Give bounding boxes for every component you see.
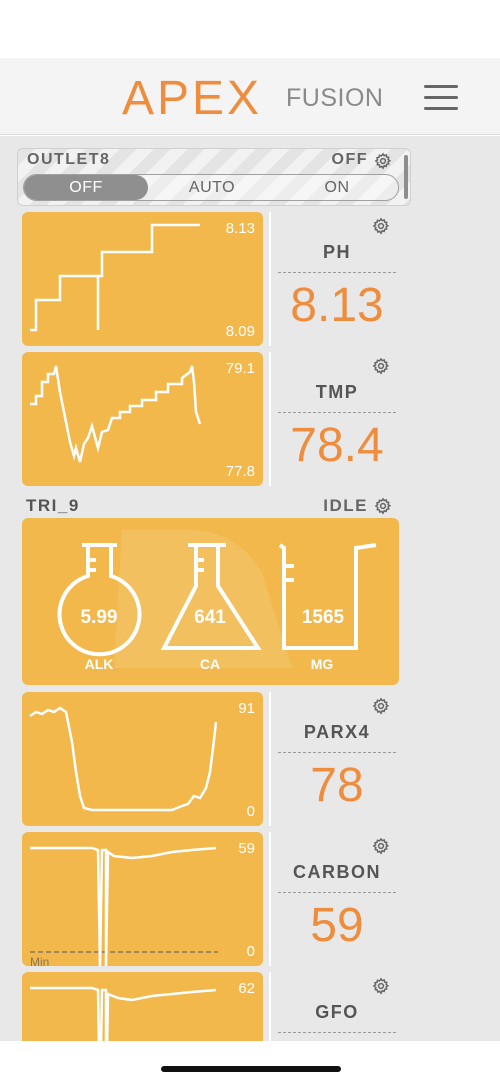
chart-min-label: 0 (246, 943, 255, 960)
mg-value: 1565 (301, 607, 345, 628)
probe-card-carbon[interactable]: 59 0 Min CARBON 59 (22, 832, 398, 966)
beaker-icon (278, 543, 377, 650)
gear-icon[interactable] (374, 152, 392, 170)
probe-name: CARBON (293, 862, 381, 882)
trident-state: IDLE (323, 496, 368, 515)
divider (269, 352, 271, 486)
threshold-label: Min (30, 955, 50, 966)
chart-min-label: 77.8 (225, 463, 255, 480)
mg-label: MG (310, 656, 334, 672)
probe-value: 59 (310, 899, 364, 952)
trident-name: TRI_9 (26, 496, 80, 515)
logo-apex: APEX (122, 72, 263, 125)
app-header: APEX FUSION (0, 58, 500, 135)
gear-icon[interactable] (372, 837, 390, 855)
outlet-card: OUTLET8 OFF OFF AUTO ON (17, 148, 411, 206)
trident-header: TRI_9 IDLE (26, 496, 398, 518)
chart-max-label: 62 (238, 980, 255, 997)
probe-value: 78.4 (290, 419, 384, 472)
logo-fusion: FUSION (286, 84, 384, 112)
chart-max-label: 91 (238, 700, 255, 717)
home-bar-area (0, 1041, 500, 1083)
probe-chart[interactable]: 59 0 Min (22, 832, 263, 966)
chart-max-label: 8.13 (225, 220, 255, 237)
chart-max-label: 79.1 (225, 360, 255, 377)
gear-icon[interactable] (372, 357, 390, 375)
chart-min-label: 0 (246, 803, 255, 820)
probe-chart[interactable]: 79.1 77.8 (22, 352, 263, 486)
ca-label: CA (199, 656, 221, 672)
gfo-trend-line (30, 986, 217, 1041)
divider (269, 832, 271, 966)
home-indicator[interactable] (161, 1066, 341, 1072)
probe-name: TMP (315, 382, 359, 402)
outlet-state: OFF (331, 151, 368, 168)
divider (278, 1032, 396, 1033)
divider (269, 212, 271, 346)
chart-max-label: 59 (238, 840, 255, 857)
hamburger-icon[interactable] (424, 83, 460, 111)
dashboard: OUTLET8 OFF OFF AUTO ON 8.13 8.09 PH 8.1… (0, 136, 500, 1041)
divider (278, 892, 396, 893)
outlet-off-button[interactable]: OFF (24, 175, 148, 200)
probe-name: PH (322, 242, 351, 262)
gear-icon[interactable] (372, 977, 390, 995)
gear-icon[interactable] (374, 497, 392, 515)
probe-card-tmp[interactable]: 79.1 77.8 TMP 78.4 (22, 352, 398, 486)
probe-chart[interactable]: 91 0 (22, 692, 263, 826)
divider (278, 272, 396, 273)
scrollbar-thumb[interactable] (404, 155, 408, 199)
divider (278, 752, 396, 753)
divider (269, 972, 271, 1041)
ca-value: 641 (194, 607, 226, 628)
probe-card-gfo[interactable]: 62 GFO (22, 972, 398, 1041)
trident-card[interactable]: 5.99 641 1565 ALK CA MG (22, 518, 399, 685)
carbon-trend-line (30, 846, 218, 966)
alk-label: ALK (84, 656, 114, 672)
probe-value: 78 (310, 759, 364, 812)
divider (278, 412, 396, 413)
outlet-on-button[interactable]: ON (276, 175, 398, 200)
probe-value: 8.13 (290, 279, 384, 332)
status-bar (0, 0, 500, 58)
probe-chart[interactable]: 62 (22, 972, 263, 1041)
gear-icon[interactable] (372, 697, 390, 715)
alk-value: 5.99 (80, 607, 118, 628)
outlet-name: OUTLET8 (27, 151, 111, 168)
gear-icon[interactable] (372, 217, 390, 235)
divider (269, 692, 271, 826)
probe-card-ph[interactable]: 8.13 8.09 PH 8.13 (22, 212, 398, 346)
chart-min-label: 8.09 (225, 323, 255, 340)
outlet-auto-button[interactable]: AUTO (150, 175, 274, 200)
probe-card-parx4[interactable]: 91 0 PARX4 78 (22, 692, 398, 826)
probe-name: PARX4 (303, 722, 371, 742)
outlet-mode-selector: OFF AUTO ON (23, 174, 399, 201)
probe-name: GFO (315, 1002, 359, 1022)
probe-chart[interactable]: 8.13 8.09 (22, 212, 263, 346)
parx4-trend-line (29, 706, 218, 812)
